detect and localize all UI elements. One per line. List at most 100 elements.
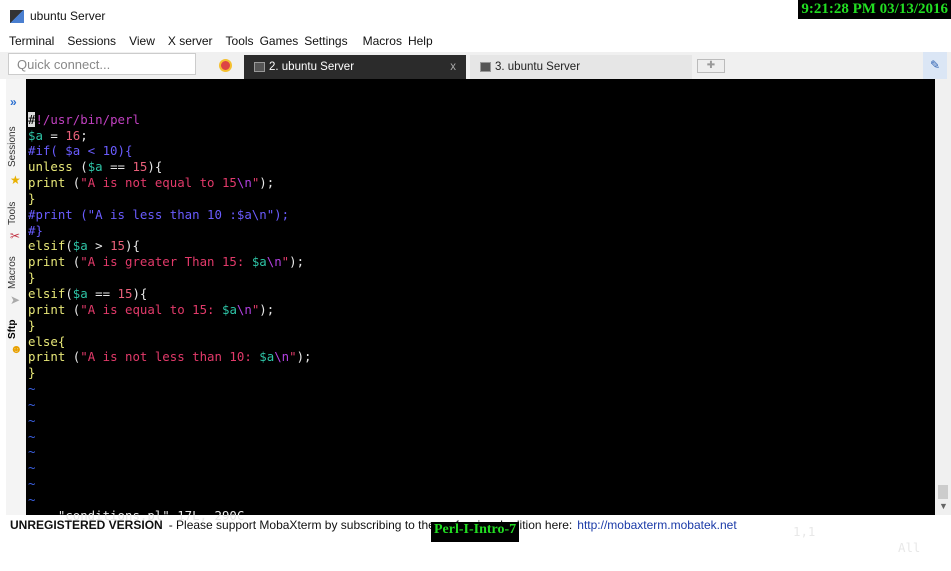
sidebar-tab-macros[interactable]: Macros [7, 256, 18, 289]
code-line: print ("A is equal to 15: $a\n"); [28, 302, 935, 318]
code-token: ( [65, 238, 73, 254]
footer-bar: UNREGISTERED VERSION - Please support Mo… [10, 516, 737, 534]
code-line: elsif($a == 15){ [28, 286, 935, 302]
code-token: $a [72, 285, 88, 301]
tab-label: 3. ubuntu Server [495, 61, 581, 73]
close-tab-button[interactable]: x [450, 61, 456, 73]
expand-chevron-icon[interactable]: » [10, 95, 17, 109]
terminal-scrollbar[interactable]: ▼ [935, 79, 951, 515]
menu-bar: Terminal Sessions View X server Tools Ga… [0, 32, 446, 50]
code-token: elsif [28, 285, 66, 301]
code-token: $a [28, 127, 43, 143]
code-token: $a [72, 238, 88, 254]
code-token: 15 [132, 159, 148, 175]
scrollbar-thumb[interactable] [938, 485, 948, 499]
quick-connect-input[interactable]: Quick connect... [8, 53, 196, 75]
menu-view[interactable]: View [129, 34, 155, 48]
sidebar-tab-tools[interactable]: Tools [7, 202, 18, 225]
code-token: ){ [147, 159, 163, 175]
code-token: "A is not equal to 15 [80, 175, 237, 191]
code-token: $a [221, 301, 237, 317]
sftp-icon: ☻ [10, 342, 23, 356]
empty-line-tilde: ~ [28, 476, 36, 492]
empty-line-tilde: ~ [28, 444, 36, 460]
unregistered-label: UNREGISTERED VERSION [10, 518, 163, 532]
code-line: #print ("A is less than 10 :$a\n"); [28, 207, 935, 223]
code-line: print ("A is greater Than 15: $a\n"); [28, 254, 935, 270]
code-token: !/usr/bin/perl [35, 111, 140, 127]
home-tab-icon[interactable] [219, 59, 232, 72]
macro-icon: ➤ [10, 293, 21, 307]
terminal-icon [254, 62, 265, 72]
code-token: print [28, 175, 66, 191]
code-token: ; [80, 127, 88, 143]
cursor-position: 1,1 [793, 523, 816, 539]
code-token: } [28, 270, 36, 286]
menu-help[interactable]: Help [408, 34, 433, 48]
code-token: } [28, 365, 36, 381]
empty-line-tilde: ~ [28, 381, 36, 397]
window-title: ubuntu Server [30, 9, 106, 23]
code-token: ( [65, 285, 73, 301]
code-token: " [281, 254, 290, 270]
code-token: == [87, 285, 118, 301]
code-token: ( [65, 175, 81, 191]
tab-session-3[interactable]: 3. ubuntu Server [470, 55, 692, 79]
code-token: \n [266, 254, 282, 270]
code-token: print [28, 301, 66, 317]
code-token: ); [259, 301, 275, 317]
code-line: #} [28, 223, 935, 239]
sidebar-tab-sftp[interactable]: Sftp [7, 320, 18, 339]
video-watermark: Perl-I-Intro-7 [431, 522, 520, 542]
code-token: #} [28, 222, 43, 238]
menu-macros[interactable]: Macros [363, 34, 402, 48]
code-token: #print ("A is less than 10 :$a\n"); [28, 206, 290, 222]
code-line: unless ($a == 15){ [28, 159, 935, 175]
pin-icon[interactable]: ✎ [923, 52, 947, 79]
code-line: } [28, 318, 935, 334]
code-token: elsif [28, 238, 66, 254]
terminal-area[interactable]: #!/usr/bin/perl $a = 16; #if( $a < 10){unl… [26, 79, 935, 555]
code-token: ); [296, 349, 312, 365]
menu-x-server[interactable]: X server [168, 34, 213, 48]
menu-terminal[interactable]: Terminal [9, 34, 54, 48]
tab-label: 2. ubuntu Server [269, 61, 355, 73]
code-token: = [42, 127, 66, 143]
code-line: } [28, 365, 935, 381]
code-token: \n [236, 301, 252, 317]
code-token: $a [87, 159, 103, 175]
code-token: print [28, 254, 66, 270]
code-token: ( [72, 159, 88, 175]
code-token: ( [65, 349, 81, 365]
menu-settings[interactable]: Settings [304, 34, 347, 48]
code-token: > [87, 238, 111, 254]
code-line: print ("A is not equal to 15\n"); [28, 175, 935, 191]
code-token: "A is equal to 15: [80, 301, 222, 317]
menu-sessions[interactable]: Sessions [67, 34, 116, 48]
scroll-down-icon[interactable]: ▼ [939, 501, 948, 511]
code-token: unless [28, 159, 73, 175]
code-token: "A is not less than 10: [80, 349, 260, 365]
terminal-icon [480, 62, 491, 72]
code-token: ( [65, 301, 81, 317]
code-line: } [28, 191, 935, 207]
code-line: elsif($a > 15){ [28, 238, 935, 254]
code-token: $a [259, 349, 275, 365]
menu-games[interactable]: Games [260, 34, 299, 48]
code-token: 15 [117, 285, 133, 301]
new-tab-button[interactable]: ✚ [697, 59, 725, 73]
code-token: ){ [132, 285, 148, 301]
code-token: 16 [65, 127, 81, 143]
code-token: \n [274, 349, 290, 365]
code-token: == [102, 159, 133, 175]
empty-line-tilde: ~ [28, 460, 36, 476]
sidebar-tab-sessions[interactable]: Sessions [7, 126, 18, 167]
code-token: } [28, 190, 36, 206]
code-line: $a = 16; [28, 128, 935, 144]
code-token: "A is greater Than 15: [80, 254, 252, 270]
tab-session-2[interactable]: 2. ubuntu Server x [244, 55, 466, 79]
menu-tools[interactable]: Tools [226, 34, 254, 48]
code-line: print ("A is not less than 10: $a\n"); [28, 349, 935, 365]
mobaxterm-link[interactable]: http://mobaxterm.mobatek.net [577, 518, 736, 532]
vim-buffer: #!/usr/bin/perl $a = 16; #if( $a < 10){unl… [28, 111, 935, 508]
